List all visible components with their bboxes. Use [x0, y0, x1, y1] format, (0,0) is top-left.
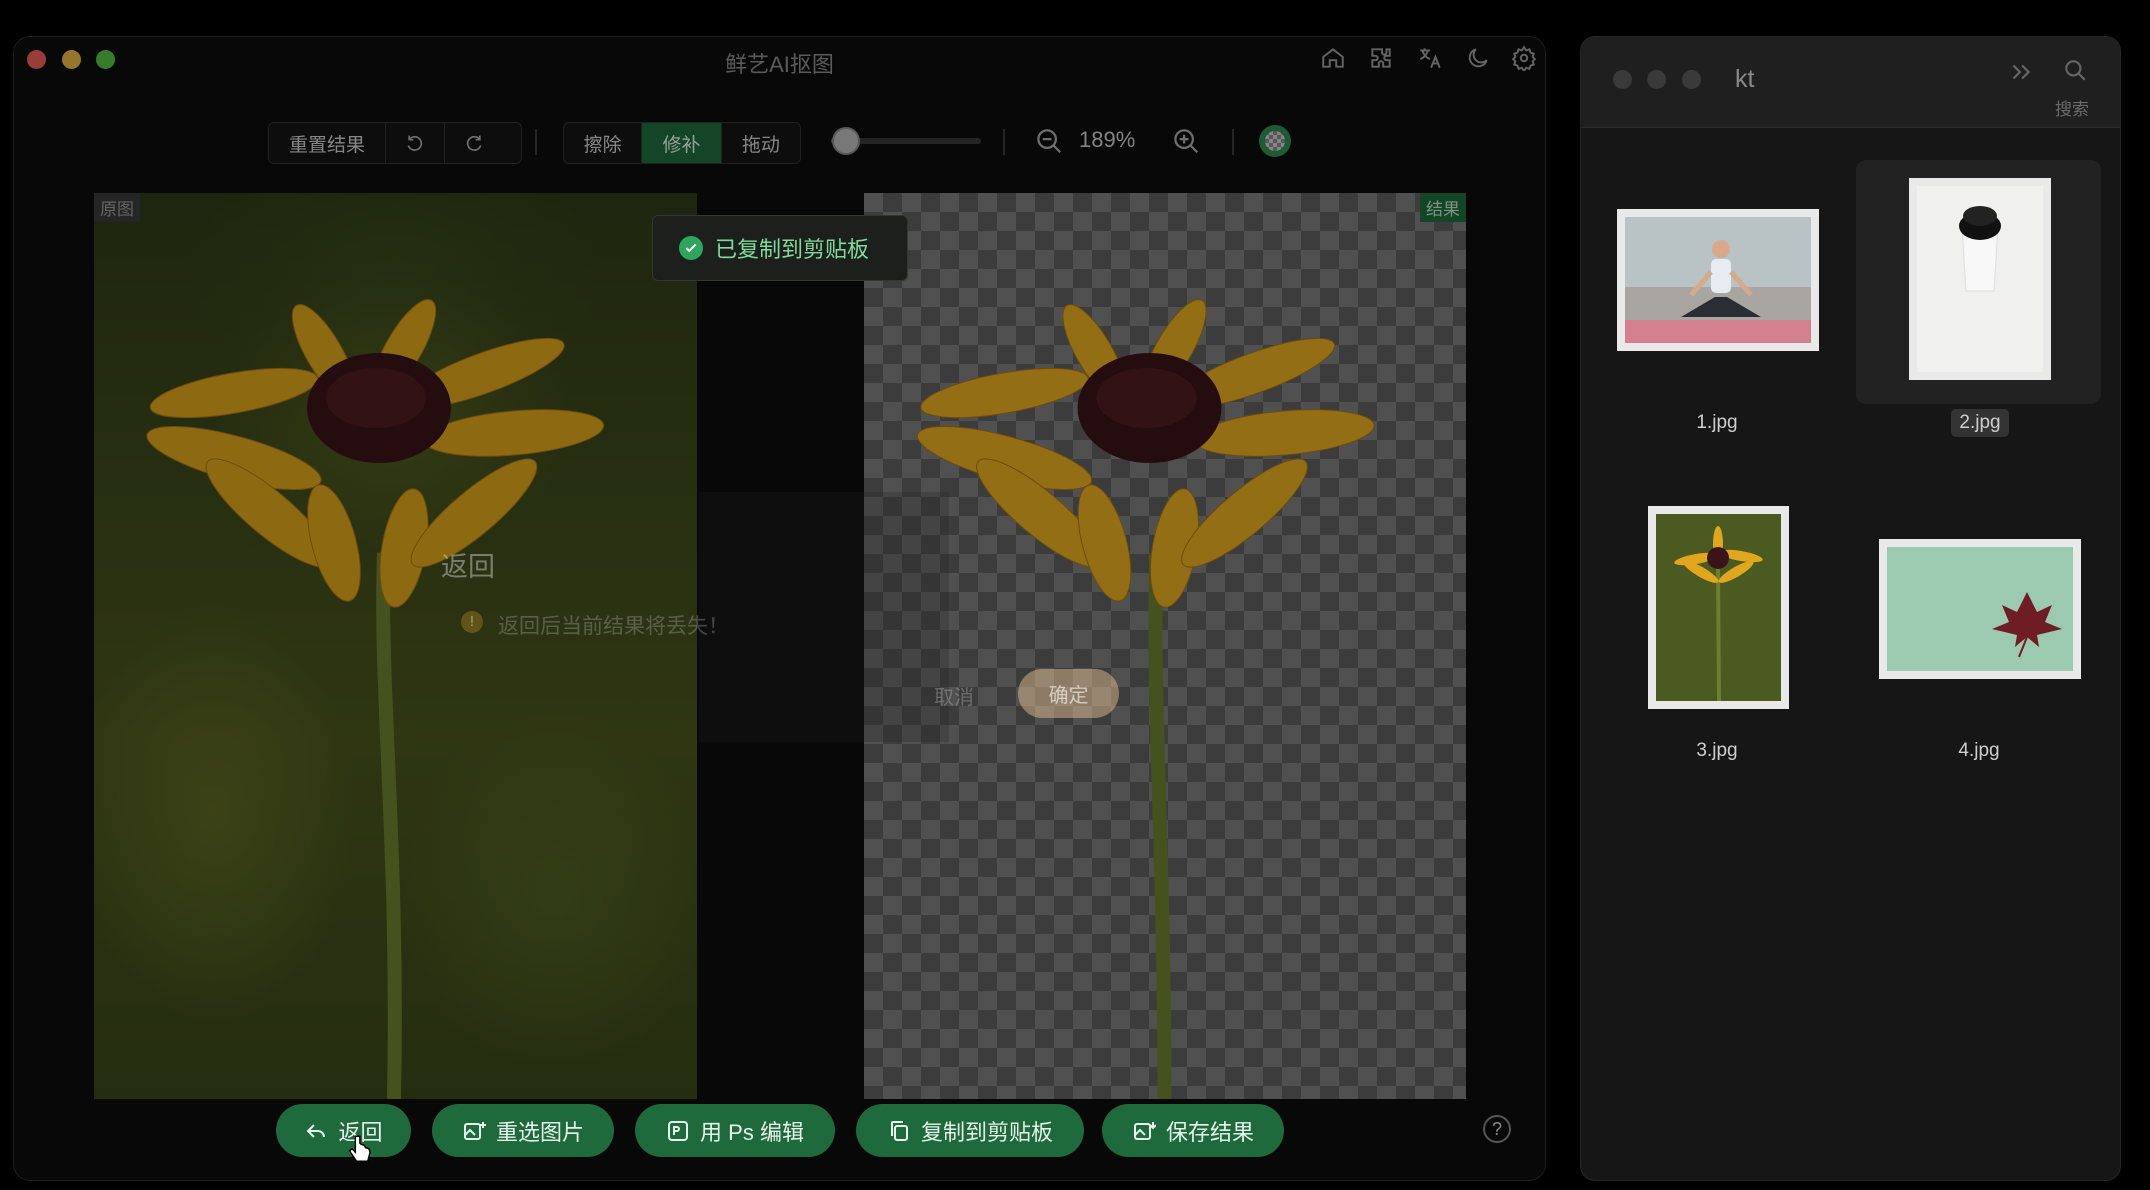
copy-label: 复制到剪贴板	[920, 1119, 1053, 1145]
chevron-double-right-icon[interactable]	[2008, 59, 2034, 85]
check-circle-icon	[679, 236, 703, 260]
image-save-icon	[1133, 1121, 1156, 1140]
image-add-icon	[463, 1121, 486, 1140]
save-result-button[interactable]: 保存结果	[1102, 1104, 1284, 1157]
warning-icon: !	[461, 611, 483, 633]
file-label-4[interactable]: 4.jpg	[1929, 740, 2029, 762]
ps-icon	[668, 1120, 689, 1141]
search-icon[interactable]	[2062, 57, 2088, 83]
file-thumbnail-1[interactable]	[1617, 209, 1819, 351]
file-browser-header: kt 搜索	[1581, 37, 2120, 128]
main-window: 鲜艺AI抠图 重置结果 擦除 修补 拖动 189% 原图 结果 返回 ! 返回后…	[14, 37, 1545, 1180]
help-icon[interactable]: ?	[1483, 1115, 1511, 1143]
file-label-2[interactable]: 2.jpg	[1951, 409, 2009, 437]
save-label: 保存结果	[1165, 1119, 1254, 1145]
edit-in-ps-button[interactable]: 用 Ps 编辑	[635, 1104, 835, 1157]
dialog-message: 返回后当前结果将丢失！	[498, 615, 729, 638]
search-label: 搜索	[2055, 100, 2089, 119]
folder-title: kt	[1735, 65, 1755, 93]
close-window-button[interactable]	[1613, 70, 1632, 89]
file-label-1[interactable]: 1.jpg	[1667, 412, 1767, 434]
copy-success-toast: 已复制到剪贴板	[652, 215, 908, 281]
back-arrow-icon	[307, 1123, 326, 1138]
reselect-image-button[interactable]: 重选图片	[432, 1104, 614, 1157]
file-thumbnail-3[interactable]	[1648, 506, 1789, 709]
reselect-label: 重选图片	[495, 1119, 584, 1145]
file-label-3[interactable]: 3.jpg	[1667, 740, 1767, 762]
ps-label: 用 Ps 编辑	[700, 1119, 804, 1145]
back-button[interactable]: 返回	[276, 1104, 411, 1157]
copy-to-clipboard-button[interactable]: 复制到剪贴板	[856, 1104, 1084, 1157]
confirm-dialog	[699, 492, 949, 742]
minimize-window-button[interactable]	[1647, 70, 1666, 89]
file-thumbnail-4[interactable]	[1879, 539, 2081, 679]
dialog-confirm-button[interactable]: 确定	[1018, 669, 1119, 718]
copy-icon	[890, 1120, 908, 1141]
pointer-cursor-icon	[348, 1135, 371, 1162]
leaf-thumbnail	[1887, 547, 2073, 671]
yoga-photo-thumbnail	[1625, 217, 1811, 343]
file-thumbnail-2[interactable]	[1909, 178, 2051, 380]
flower-thumbnail	[1656, 514, 1781, 702]
coffee-cup-thumbnail	[1917, 186, 2043, 372]
toast-message: 已复制到剪贴板	[715, 237, 870, 262]
zoom-window-button[interactable]	[1682, 70, 1701, 89]
dialog-cancel-button[interactable]: 取消	[934, 681, 974, 710]
dialog-title: 返回	[441, 552, 495, 582]
